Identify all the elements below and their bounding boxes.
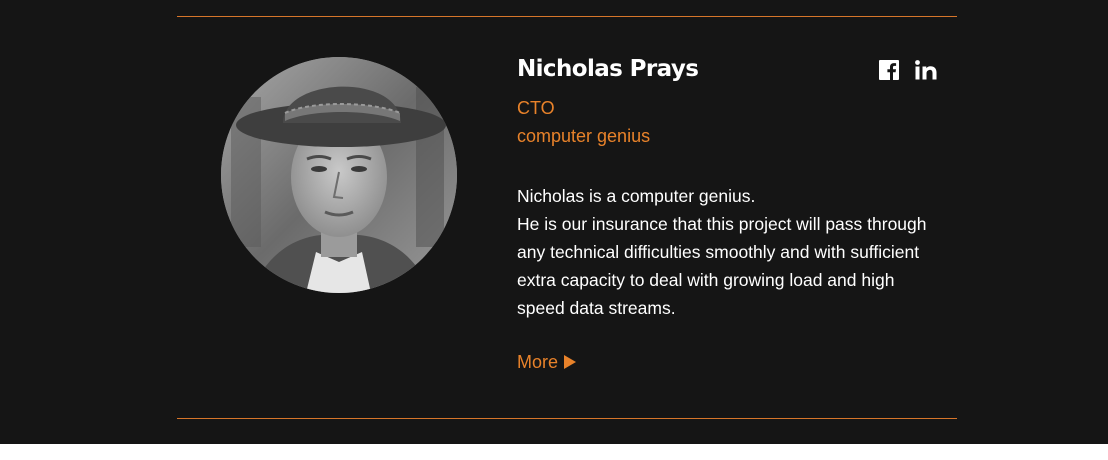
top-divider <box>177 16 957 17</box>
member-title: CTO <box>517 98 555 118</box>
more-link[interactable]: More <box>517 352 577 373</box>
linkedin-link[interactable] <box>915 60 937 85</box>
member-name: Nicholas Prays <box>517 56 699 82</box>
bottom-divider <box>177 418 957 419</box>
person-photo-icon <box>221 57 457 293</box>
member-subtitle: computer genius <box>517 126 651 146</box>
facebook-icon <box>879 60 899 80</box>
linkedin-icon <box>915 60 937 80</box>
member-bio: Nicholas is a computer genius. He is our… <box>517 182 937 322</box>
bio-line: He is our insurance that this project wi… <box>517 214 927 234</box>
profile-photo <box>221 57 457 293</box>
play-arrow-icon <box>564 355 577 369</box>
bio-line: speed data streams. <box>517 298 676 318</box>
more-label: More <box>517 352 559 372</box>
bio-line: any technical difficulties smoothly and … <box>517 242 920 262</box>
bio-line: extra capacity to deal with growing load… <box>517 270 895 290</box>
team-member-section: Nicholas Prays CTO computer genius Nicho… <box>0 0 1108 444</box>
bio-line: Nicholas is a computer genius. <box>517 186 756 206</box>
facebook-link[interactable] <box>879 60 899 85</box>
